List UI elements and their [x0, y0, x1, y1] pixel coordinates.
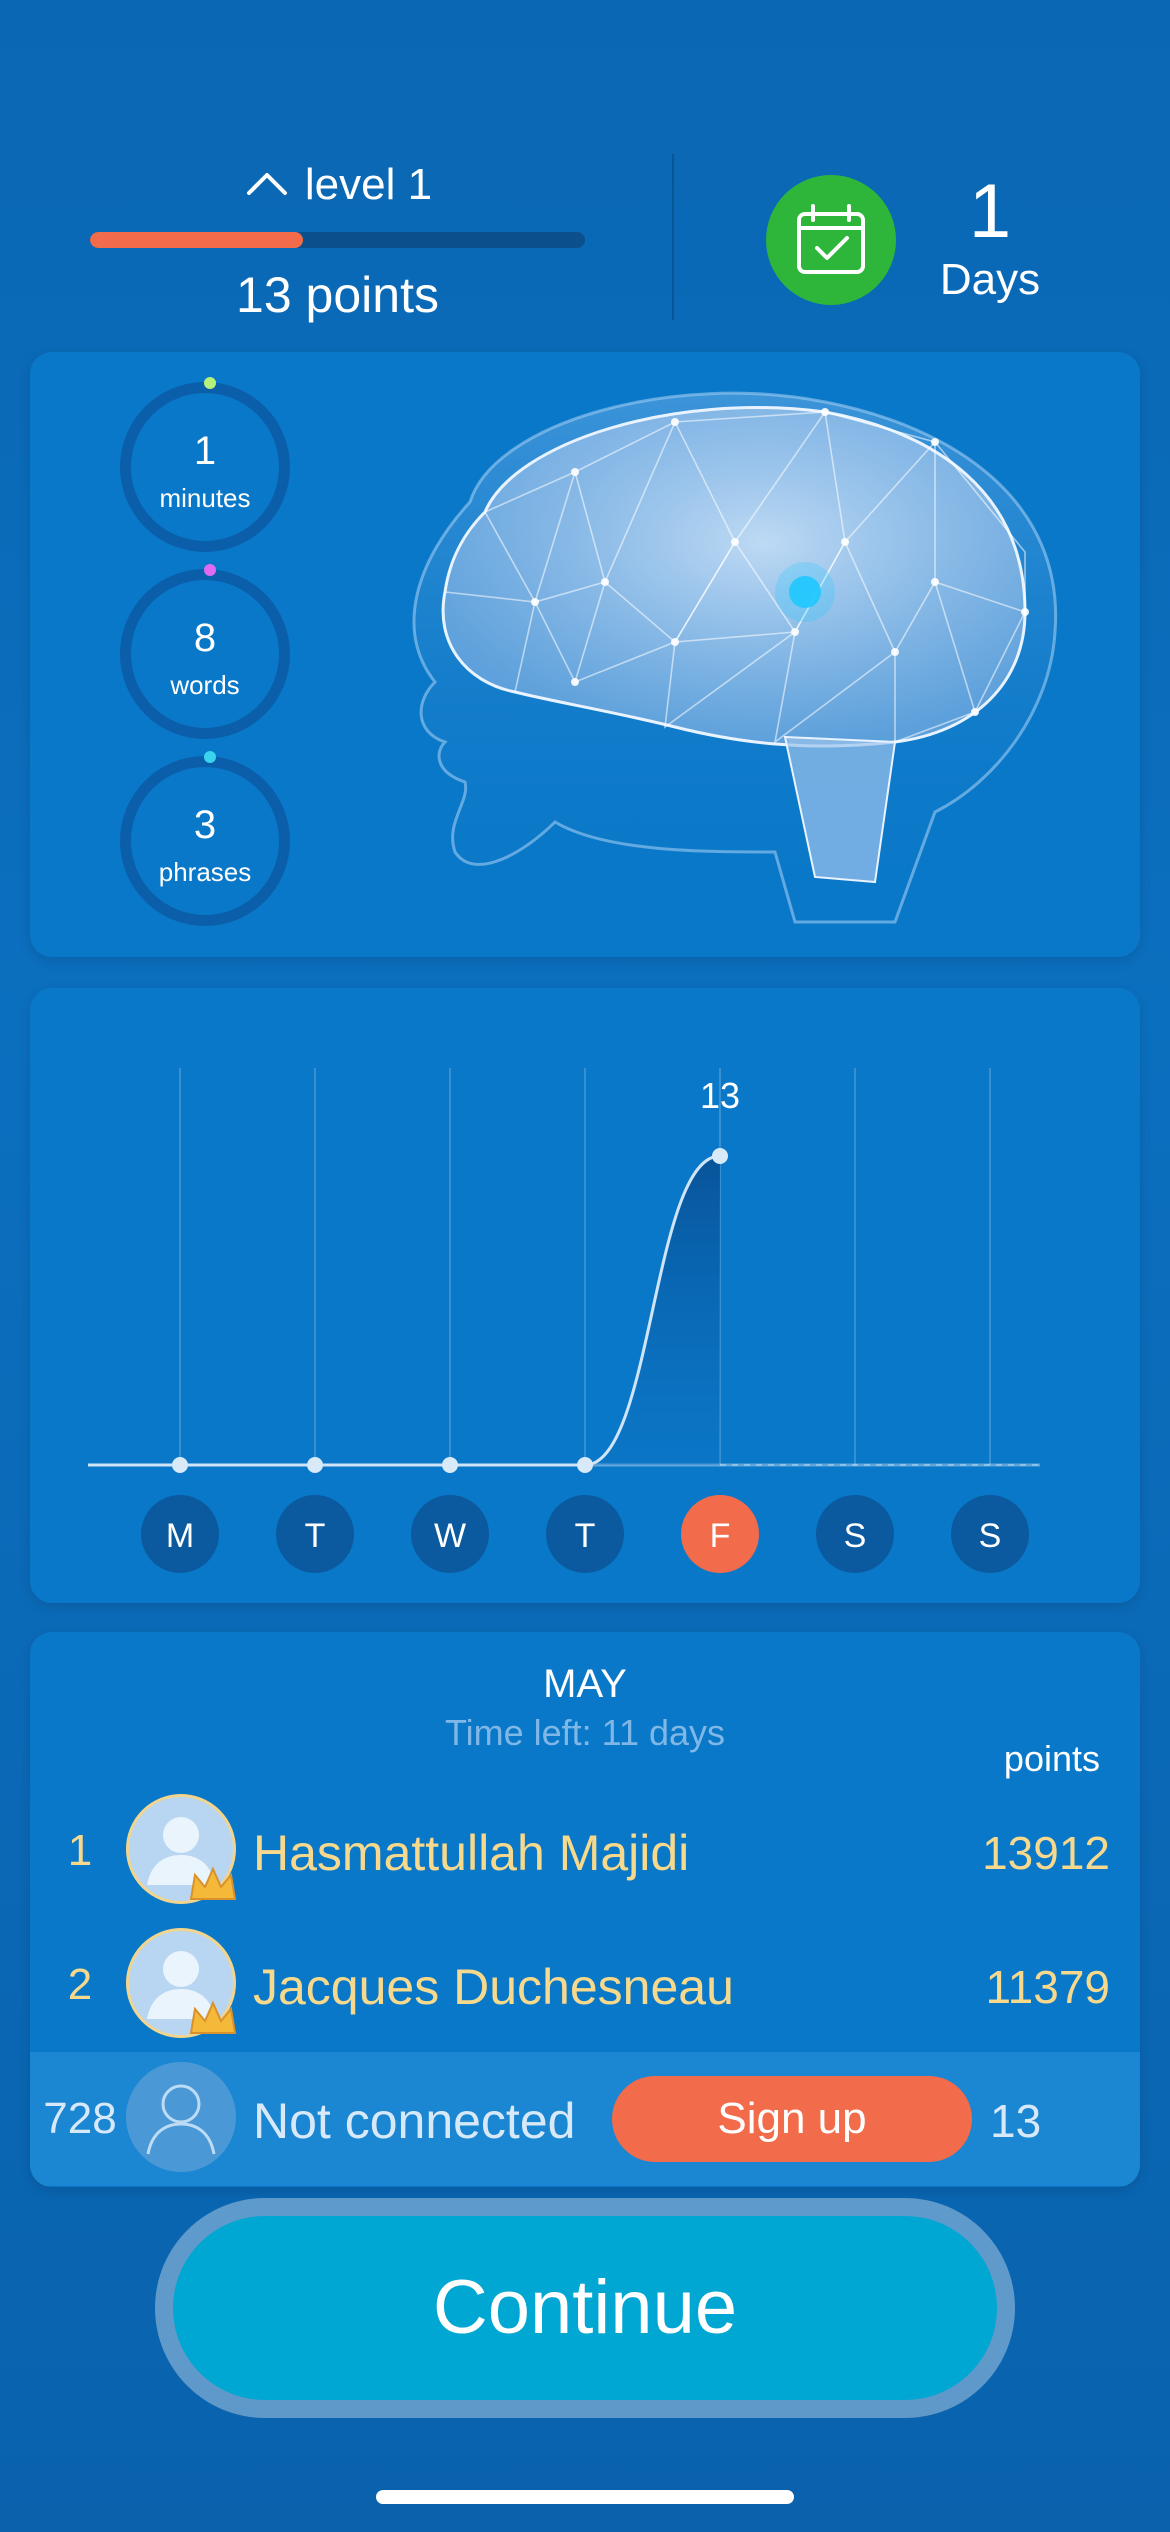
crown-icon — [189, 1866, 237, 1900]
chart-point — [172, 1457, 188, 1473]
stat-ring-phrases: 3 phrases — [120, 751, 290, 926]
day-label: W — [434, 1517, 466, 1555]
user-icon — [146, 2084, 216, 2155]
chart-data-label: 13 — [700, 1075, 740, 1116]
stat-ring-minutes: 1 minutes — [120, 377, 290, 552]
my-rank-row: 728 Not connected Sign up 13 — [30, 2052, 1140, 2186]
chart-point — [442, 1457, 458, 1473]
day-label: S — [844, 1517, 867, 1555]
player-name: Hasmattullah Majidi — [253, 1825, 690, 1881]
level-progress-fill — [90, 232, 303, 248]
player-name: Jacques Duchesneau — [253, 1959, 734, 2015]
chart-point — [307, 1457, 323, 1473]
stat-label: minutes — [159, 483, 251, 513]
stat-dot — [204, 564, 216, 576]
leaderboard-row[interactable]: 2 Jacques Duchesneau 11379 — [30, 1918, 1140, 2052]
points-label: 13 points — [236, 267, 439, 323]
player-points: 13912 — [982, 1827, 1110, 1879]
calendar-check-icon — [797, 204, 865, 274]
streak-number: 1 — [968, 169, 1012, 254]
my-points: 13 — [990, 2095, 1042, 2147]
player-points: 11379 — [985, 1961, 1110, 2013]
crown-icon — [189, 2000, 237, 2034]
stats-card: 1 minutes 8 words 3 phrases — [30, 352, 1140, 957]
day-label: M — [166, 1517, 194, 1555]
my-avatar — [126, 2062, 236, 2172]
day-label: S — [979, 1517, 1002, 1555]
stat-ring-words: 8 words — [120, 564, 290, 739]
stat-dot — [204, 751, 216, 763]
day-label: F — [710, 1517, 731, 1555]
calendar-badge — [766, 175, 896, 305]
weekly-points-chart: 13 M T W T F S S — [88, 1068, 1040, 1573]
streak-label: Days — [939, 255, 1041, 304]
level-label: level 1 — [304, 160, 433, 209]
stat-value: 8 — [193, 616, 217, 660]
continue-button-ring: Continue — [155, 2198, 1015, 2418]
points-column-header: points — [1003, 1738, 1100, 1779]
avatar — [126, 1928, 237, 2038]
chevron-up-icon — [246, 173, 287, 195]
stat-dot — [204, 377, 216, 389]
chart-point — [577, 1457, 593, 1473]
leaderboard-time-left: Time left: 11 days — [444, 1712, 726, 1753]
level-progress-bar — [90, 232, 585, 248]
progress-header: level 1 13 points 1 Days — [0, 140, 1170, 323]
day-label: T — [575, 1517, 596, 1555]
level-line: level 1 — [90, 160, 585, 210]
header-divider — [672, 154, 674, 320]
sign-up-button[interactable]: Sign up — [612, 2076, 972, 2162]
rank: 1 — [67, 1826, 93, 1875]
level-block: level 1 13 points — [90, 160, 585, 324]
rank: 2 — [67, 1960, 93, 2009]
chart-line — [88, 1154, 721, 1467]
avatar — [126, 1794, 237, 1904]
leaderboard-month: MAY — [543, 1662, 627, 1706]
stat-label: words — [170, 670, 240, 700]
continue-button[interactable]: Continue — [173, 2216, 997, 2400]
my-rank: 728 — [43, 2094, 117, 2143]
stat-value: 3 — [193, 803, 217, 847]
home-indicator[interactable] — [376, 2490, 794, 2504]
day-label: T — [305, 1517, 326, 1555]
stat-value: 1 — [193, 429, 217, 473]
weekly-chart-card: 13 M T W T F S S — [30, 988, 1140, 1603]
stat-label: phrases — [158, 857, 252, 887]
leaderboard-card: MAY Time left: 11 days points 1 Hasmattu… — [30, 1632, 1140, 2187]
leaderboard-row[interactable]: 1 Hasmattullah Majidi 13912 — [30, 1784, 1140, 1918]
brain-illustration — [412, 391, 1058, 924]
chart-point — [712, 1148, 728, 1164]
my-name: Not connected — [253, 2093, 576, 2149]
